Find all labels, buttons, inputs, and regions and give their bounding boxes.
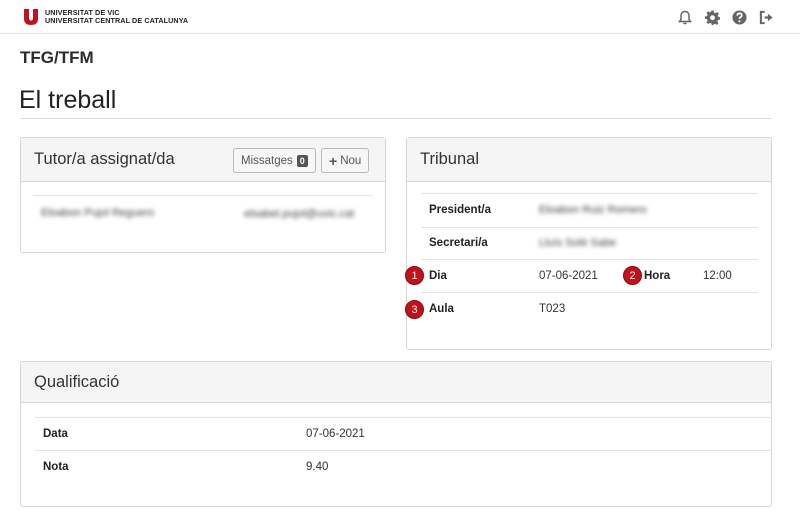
- hora-value: 12:00: [703, 270, 732, 282]
- logout-icon[interactable]: [758, 9, 774, 25]
- qualificacio-heading: Qualificació: [34, 373, 120, 391]
- plus-icon: +: [329, 152, 338, 169]
- section-title: TFG/TFM: [20, 48, 94, 67]
- qualificacio-panel: Qualificació Data 07-06-2021 Nota 9.40: [20, 361, 772, 507]
- tutor-panel: Tutor/a assignat/da Missatges 0 + Nou El…: [20, 137, 386, 253]
- new-label: Nou: [340, 154, 362, 167]
- divider: [33, 195, 373, 196]
- data-value: 07-06-2021: [306, 428, 365, 440]
- divider: [421, 227, 758, 228]
- divider: [421, 292, 758, 293]
- divider: [20, 118, 772, 119]
- secretari-value: Lluís Solé Sabe: [539, 237, 617, 249]
- nota-value: 9.40: [306, 461, 329, 473]
- bell-icon[interactable]: [677, 9, 693, 25]
- dia-value: 07-06-2021: [539, 270, 598, 282]
- president-value: Eloabon Ruiz Romero: [539, 204, 647, 216]
- tribunal-panel: Tribunal President/a Eloabon Ruiz Romero…: [405, 137, 772, 350]
- marker-2-icon: 2: [623, 266, 642, 285]
- aula-value: T023: [539, 303, 566, 315]
- aula-label: Aula: [429, 303, 454, 315]
- page-title: El treball: [19, 86, 117, 114]
- tutor-panel-header: Tutor/a assignat/da Missatges 0 + Nou: [21, 138, 385, 182]
- tutor-heading: Tutor/a assignat/da: [34, 150, 175, 168]
- tribunal-heading: Tribunal: [420, 150, 479, 168]
- new-message-button[interactable]: + Nou: [321, 148, 370, 173]
- uvic-logo-icon: [24, 9, 38, 25]
- data-label: Data: [43, 428, 68, 440]
- divider: [421, 193, 758, 194]
- tribunal-panel-header: Tribunal: [407, 138, 771, 182]
- hora-label: Hora: [644, 270, 671, 282]
- divider: [421, 259, 758, 260]
- messages-button[interactable]: Missatges 0: [233, 148, 316, 173]
- dia-label: Dia: [429, 270, 447, 282]
- top-navbar: UNIVERSITAT DE VIC UNIVERSITAT CENTRAL D…: [0, 0, 800, 34]
- tutor-name: Eloabon Pujol Reguero: [41, 207, 155, 219]
- nota-label: Nota: [43, 461, 69, 473]
- president-label: President/a: [429, 204, 491, 216]
- marker-1-icon: 1: [405, 266, 424, 285]
- marker-3-icon: 3: [405, 300, 424, 319]
- messages-count-badge: 0: [296, 154, 308, 167]
- logo-line2: UNIVERSITAT CENTRAL DE CATALUNYA: [45, 16, 189, 25]
- help-icon[interactable]: [731, 9, 747, 25]
- gear-icon[interactable]: [704, 9, 720, 25]
- divider: [35, 417, 772, 418]
- secretari-label: Secretari/a: [429, 237, 488, 249]
- messages-label: Missatges: [241, 154, 293, 167]
- university-logo[interactable]: UNIVERSITAT DE VIC UNIVERSITAT CENTRAL D…: [24, 9, 188, 25]
- qualificacio-panel-header: Qualificació: [21, 362, 771, 403]
- divider: [35, 450, 772, 451]
- tutor-email[interactable]: elsabet.pujol@uvic.cat: [244, 208, 354, 220]
